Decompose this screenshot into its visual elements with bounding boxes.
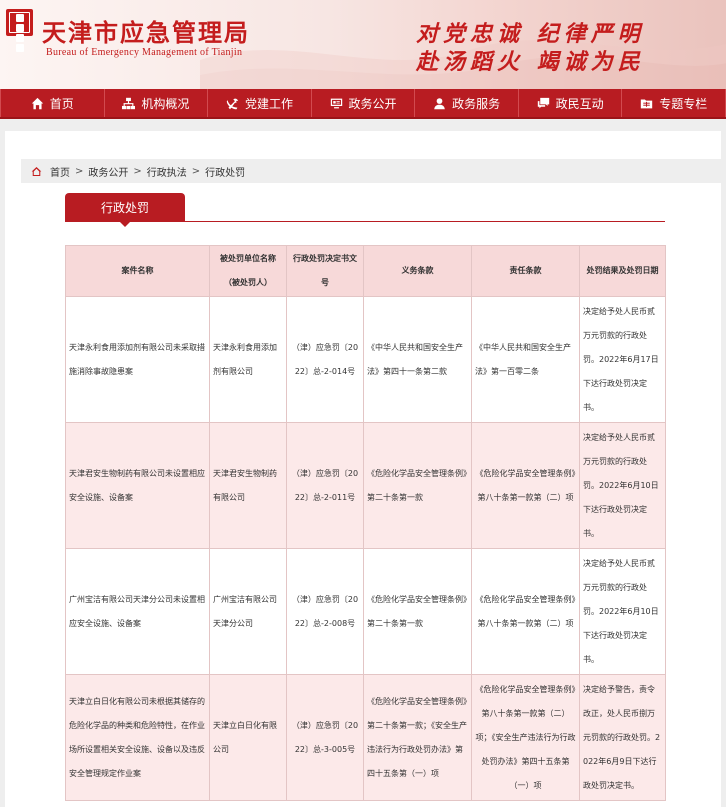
cell-penalized-party: 天津君安生物制药有限公司 <box>209 422 287 549</box>
cell-decision-number: （津）应急罚〔2022〕总-2-011号 <box>286 422 364 549</box>
cell-liability-clause: 《中华人民共和国安全生产法》第一百零二条 <box>471 296 580 423</box>
main-content: 首页 > 政务公开 > 行政执法 > 行政处罚 行政处罚 案件名称 被处罚单位名… <box>5 131 721 807</box>
nav-item-label: 政务公开 <box>348 96 397 111</box>
breadcrumb-separator: > <box>75 165 84 177</box>
breadcrumb-home[interactable]: 首页 <box>50 164 70 179</box>
slogan-line-2: 赴汤蹈火 竭诚为民 <box>416 49 645 75</box>
section-divider <box>65 221 665 222</box>
cell-duty-clause: 《中华人民共和国安全生产法》第四十一条第二款 <box>363 296 472 423</box>
main-nav: 首页 机构概况 党建工作 政务公开 政务服务 政民互动 专题专栏 <box>0 89 726 119</box>
cell-penalized-party: 天津永利食用添加剂有限公司 <box>209 296 287 423</box>
cell-liability-clause: 《危险化学品安全管理条例》第八十条第一款第（二）项 <box>471 548 580 675</box>
nav-item-organization[interactable]: 机构概况 <box>105 89 209 117</box>
column-header-case-name: 案件名称 <box>65 245 210 297</box>
table-row: 天津君安生物制药有限公司未设置相应安全设施、设备案 天津君安生物制药有限公司 （… <box>65 422 666 549</box>
org-chart-icon <box>122 97 136 109</box>
folder-icon <box>641 98 653 108</box>
breadcrumb: 首页 > 政务公开 > 行政执法 > 行政处罚 <box>21 159 721 183</box>
cell-case-name: 天津立白日化有限公司未根据其储存的危险化学品的种类和危险特性，在作业场所设置相关… <box>65 674 210 801</box>
column-header-penalized-party: 被处罚单位名称（被处罚人） <box>209 245 287 297</box>
site-title: 天津市应急管理局 <box>42 19 250 47</box>
nav-item-label: 政务服务 <box>452 96 501 111</box>
nav-item-public-interaction[interactable]: 政民互动 <box>519 89 623 117</box>
cell-result-date: 决定给予警告，责令改正，处人民币捌万元罚款的行政处罚。2022年6月9日下达行政… <box>579 674 666 801</box>
column-header-duty-clause: 义务条款 <box>363 245 472 297</box>
nav-item-label: 专题专栏 <box>659 96 708 111</box>
cell-penalized-party: 广州宝洁有限公司天津分公司 <box>209 548 287 675</box>
cell-case-name: 广州宝洁有限公司天津分公司未设置相应安全设施、设备案 <box>65 548 210 675</box>
home-icon <box>31 97 43 109</box>
column-header-result-date: 处罚结果及处罚日期 <box>579 245 666 297</box>
site-header: 天津市应急管理局 Bureau of Emergency Management … <box>0 0 726 89</box>
nav-item-label: 首页 <box>49 96 74 111</box>
cell-case-name: 天津君安生物制药有限公司未设置相应安全设施、设备案 <box>65 422 210 549</box>
penalty-table: 案件名称 被处罚单位名称（被处罚人） 行政处罚决定书文号 义务条款 责任条款 处… <box>65 245 666 801</box>
party-emblem-icon <box>226 98 239 109</box>
cell-decision-number: （津）应急罚〔2022〕总-2-014号 <box>286 296 364 423</box>
table-row: 广州宝洁有限公司天津分公司未设置相应安全设施、设备案 广州宝洁有限公司天津分公司… <box>65 548 666 675</box>
nav-item-label: 党建工作 <box>244 96 293 111</box>
breadcrumb-government-affairs[interactable]: 政务公开 <box>88 164 128 179</box>
cell-result-date: 决定给予处人民币贰万元罚款的行政处罚。2022年6月10日下达行政处罚决定书。 <box>579 548 666 675</box>
cell-result-date: 决定给予处人民币贰万元罚款的行政处罚。2022年6月10日下达行政处罚决定书。 <box>579 422 666 549</box>
cell-duty-clause: 《危险化学品安全管理条例》第二十条第一款；《安全生产违法行为行政处罚办法》第四十… <box>363 674 472 801</box>
home-icon <box>31 166 42 176</box>
nav-item-party-building[interactable]: 党建工作 <box>208 89 312 117</box>
breadcrumb-administrative-penalty[interactable]: 行政处罚 <box>205 164 245 179</box>
nav-item-home[interactable]: 首页 <box>0 89 105 117</box>
cell-duty-clause: 《危险化学品安全管理条例》第二十条第一款 <box>363 548 472 675</box>
cell-decision-number: （津）应急罚〔2022〕总-2-008号 <box>286 548 364 675</box>
table-row: 天津立白日化有限公司未根据其储存的危险化学品的种类和危险特性，在作业场所设置相关… <box>65 674 666 801</box>
cell-case-name: 天津永利食用添加剂有限公司未采取措施消除事故隐患案 <box>65 296 210 423</box>
cell-liability-clause: 《危险化学品安全管理条例》第八十条第一款第（二）项 <box>471 422 580 549</box>
breadcrumb-separator: > <box>191 165 201 177</box>
column-header-decision-number: 行政处罚决定书文号 <box>286 245 364 297</box>
monitor-icon <box>330 98 342 108</box>
table-header-row: 案件名称 被处罚单位名称（被处罚人） 行政处罚决定书文号 义务条款 责任条款 处… <box>65 245 666 297</box>
cell-decision-number: （津）应急罚〔2022〕总-3-005号 <box>286 674 364 801</box>
nav-item-label: 政民互动 <box>555 96 604 111</box>
breadcrumb-law-enforcement[interactable]: 行政执法 <box>147 164 187 179</box>
section-title-tab: 行政处罚 <box>65 193 185 227</box>
table-row: 天津永利食用添加剂有限公司未采取措施消除事故隐患案 天津永利食用添加剂有限公司 … <box>65 296 666 423</box>
cell-penalized-party: 天津立白日化有限公司 <box>209 674 287 801</box>
site-logo[interactable] <box>6 9 33 52</box>
cell-result-date: 决定给予处人民币贰万元罚款的行政处罚。2022年6月17日下达行政处罚决定书。 <box>579 296 666 423</box>
nav-item-special-topics[interactable]: 专题专栏 <box>622 89 726 117</box>
nav-item-government-services[interactable]: 政务服务 <box>415 89 519 117</box>
column-header-liability-clause: 责任条款 <box>471 245 580 297</box>
nav-item-label: 机构概况 <box>141 96 190 111</box>
user-service-icon <box>434 97 445 109</box>
breadcrumb-separator: > <box>133 165 142 177</box>
cell-duty-clause: 《危险化学品安全管理条例》第二十条第一款 <box>363 422 472 549</box>
chat-icon <box>537 97 549 108</box>
cell-liability-clause: 《危险化学品安全管理条例》第八十条第一款第（二）项；《安全生产违法行为行政处罚办… <box>471 674 580 801</box>
nav-item-government-affairs[interactable]: 政务公开 <box>312 89 416 117</box>
site-subtitle: Bureau of Emergency Management of Tianji… <box>46 47 243 58</box>
